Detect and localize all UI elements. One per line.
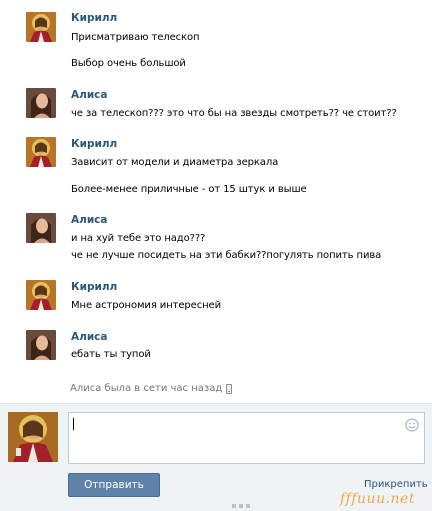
avatar-kirill[interactable] bbox=[26, 12, 56, 42]
jesus-icon bbox=[26, 137, 56, 167]
avatar-alisa[interactable] bbox=[26, 213, 56, 243]
message-text: че за телескоп??? это что бы на звезды с… bbox=[71, 108, 397, 119]
avatar-alisa[interactable] bbox=[26, 330, 56, 360]
message-author[interactable]: Кирилл bbox=[71, 12, 117, 24]
watermark: fffuuu.net bbox=[340, 491, 415, 507]
girl-icon bbox=[26, 88, 56, 118]
avatar-alisa[interactable] bbox=[26, 88, 56, 118]
message-text: че не лучше посидеть на эти бабки??погул… bbox=[71, 250, 382, 261]
text-cursor bbox=[73, 418, 74, 430]
message-text: ебать ты тупой bbox=[71, 349, 151, 360]
jesus-icon bbox=[26, 280, 56, 310]
resize-handle[interactable] bbox=[232, 504, 250, 508]
message-text: Выбор очень большой bbox=[71, 58, 186, 69]
message-author[interactable]: Алиса bbox=[71, 331, 107, 343]
jesus-icon bbox=[26, 12, 56, 42]
message-author[interactable]: Алиса bbox=[71, 89, 107, 101]
message-text: и на хуй тебе это надо??? bbox=[71, 233, 206, 244]
message-author[interactable]: Кирилл bbox=[71, 281, 117, 293]
girl-icon bbox=[26, 330, 56, 360]
online-status: Алиса была в сети час назад bbox=[70, 383, 233, 394]
smile-icon[interactable] bbox=[405, 418, 419, 432]
jesus-icon bbox=[8, 412, 58, 462]
message-text: Зависит от модели и диаметра зеркала bbox=[71, 157, 279, 168]
mobile-phone-icon bbox=[226, 383, 233, 394]
message-text: Мне астрономия интересней bbox=[71, 300, 222, 311]
avatar-kirill[interactable] bbox=[26, 280, 56, 310]
my-avatar[interactable] bbox=[8, 412, 58, 462]
girl-icon bbox=[26, 213, 56, 243]
message-text: Присматриваю телескоп bbox=[71, 32, 200, 43]
message-author[interactable]: Алиса bbox=[71, 214, 107, 226]
status-text: Алиса была в сети час назад bbox=[70, 383, 223, 394]
attach-link[interactable]: Прикрепить bbox=[364, 479, 428, 490]
send-button[interactable]: Отправить bbox=[68, 473, 160, 497]
avatar-kirill[interactable] bbox=[26, 137, 56, 167]
message-input[interactable] bbox=[68, 412, 425, 464]
message-author[interactable]: Кирилл bbox=[71, 138, 117, 150]
message-text: Более-менее приличные - от 15 штук и выш… bbox=[71, 184, 307, 195]
